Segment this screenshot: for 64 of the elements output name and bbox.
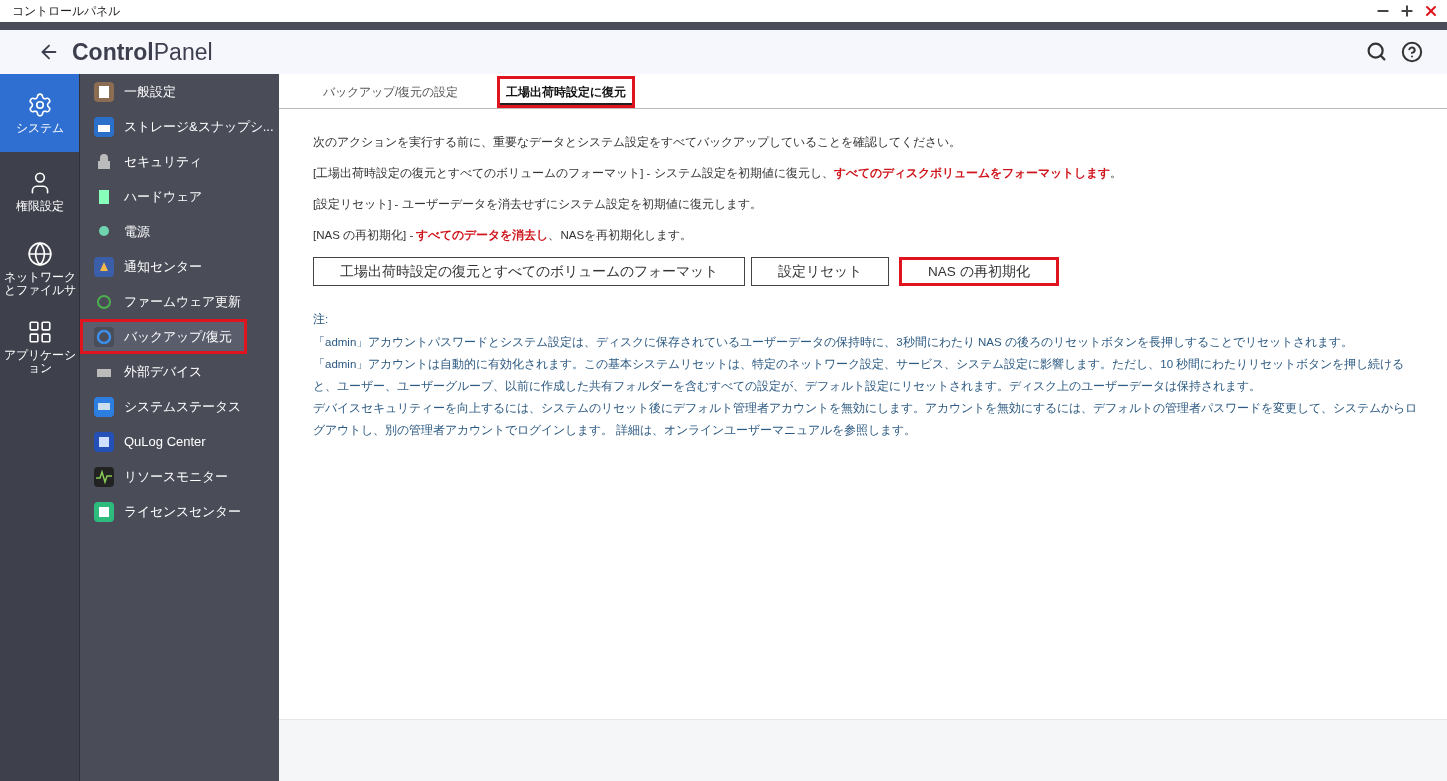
app-icon	[94, 431, 114, 452]
sidebar-label: バックアップ/復元	[124, 327, 232, 346]
rail-item[interactable]: ネットワークとファイルサ	[0, 230, 79, 308]
search-icon[interactable]	[1366, 41, 1387, 62]
sidebar-item[interactable]: 外部デバイス	[80, 354, 279, 389]
description-text: 次のアクションを実行する前に、重要なデータとシステム設定をすべてバックアップしていることを確認してください。	[313, 135, 962, 151]
window-title: コントロールパネル	[12, 2, 120, 20]
sidebar-item[interactable]: セキュリティ	[80, 144, 279, 179]
note-heading: 注:	[313, 312, 330, 327]
app-icon	[94, 116, 114, 137]
rail-label: システム	[14, 121, 65, 135]
app-icon	[94, 466, 114, 487]
app-icon	[94, 326, 114, 347]
grid-icon	[26, 319, 53, 345]
sidebar-label: システムステータス	[124, 397, 241, 416]
sidebar-item[interactable]: ハードウェア	[80, 179, 279, 214]
sidebar-label: 一般設定	[124, 82, 176, 101]
tab[interactable]: 工場出荷時設定に復元	[497, 76, 636, 108]
close-icon[interactable]	[1423, 3, 1439, 19]
rail-label: ネットワークとファイルサ	[3, 271, 76, 297]
note-text: デバイスセキュリティーを向上するには、システムのリセット後にデフォルト管理者アカウントを無効にします。アカウントを無効にするには、デフォルトの管理者パスワードを変更して、システムからログアウトし、別の管理者アカウントでログインします。 詳細は、オンラインユーザーマニュアルを参照します。	[313, 401, 1417, 438]
tab[interactable]: バックアップ/復元の設定	[314, 76, 468, 108]
note-text: 「admin」アカウントは自動的に有効化されます。この基本システムリセットは、特定のネットワーク設定、サービス、システム設定に影響します。ただし、10 秒間にわたりリセットボタンを押し続けると、ユーザー、ユーザーグループ、以前に作成した共有フォルダーを含むすべての設定が、デフォルト設定にリセットされます。ディスク上のユーザーデータは保持されます。	[313, 357, 1406, 394]
sidebar-item[interactable]: リソースモニター	[80, 459, 279, 494]
action-button[interactable]: 工場出荷時設定の復元とすべてのボリュームのフォーマット	[313, 257, 745, 286]
sidebar-item[interactable]: バックアップ/復元	[80, 319, 247, 354]
sidebar-item[interactable]: ファームウェア更新	[80, 284, 279, 319]
sidebar-item[interactable]: QuLog Center	[80, 424, 279, 459]
sidebar-label: 通知センター	[124, 257, 202, 276]
help-icon[interactable]	[1401, 41, 1423, 63]
sidebar-item[interactable]: システムステータス	[80, 389, 279, 424]
sidebar-item[interactable]: ライセンスセンター	[80, 494, 279, 529]
rail-item[interactable]: 権限設定	[0, 152, 79, 230]
action-button[interactable]: 設定リセット	[751, 257, 889, 286]
sidebar-item[interactable]: 通知センター	[80, 249, 279, 284]
sidebar-label: ストレージ&スナップシ...	[124, 117, 274, 136]
sidebar-label: 電源	[124, 222, 150, 241]
sidebar-label: ライセンスセンター	[124, 502, 241, 521]
sidebar-item[interactable]: 一般設定	[80, 74, 279, 109]
sidebar-label: QuLog Center	[124, 434, 206, 449]
settings-icon	[26, 91, 53, 118]
sidebar-item[interactable]: 電源	[80, 214, 279, 249]
app-icon	[94, 501, 114, 522]
sidebar-label: リソースモニター	[124, 467, 228, 486]
app-icon	[94, 256, 114, 277]
description-text: [工場出荷時設定の復元とすべてのボリュームのフォーマット] - システム設定を初期値に復元し、すべてのディスクボリュームをフォーマットします。	[313, 166, 1123, 182]
rail-item[interactable]: システム	[0, 74, 79, 152]
sidebar-label: ハードウェア	[124, 187, 202, 206]
description-text: [NAS の再初期化] - すべてのデータを消去し、NASを再初期化します。	[313, 228, 694, 244]
globe-icon	[26, 241, 53, 267]
maximize-icon[interactable]	[1399, 3, 1415, 19]
action-button[interactable]: NAS の再初期化	[899, 257, 1059, 286]
description-text: [設定リセット] - ユーザーデータを消去せずにシステム設定を初期値に復元します。	[313, 197, 763, 213]
sidebar-label: ファームウェア更新	[124, 292, 241, 311]
rail-item[interactable]: アプリケーション	[0, 308, 79, 386]
app-title: ControlPanel	[72, 38, 214, 66]
sidebar-label: セキュリティ	[124, 152, 202, 171]
rail-label: アプリケーション	[3, 349, 76, 375]
sidebar-label: 外部デバイス	[124, 362, 202, 381]
app-icon	[94, 81, 114, 102]
app-icon	[94, 396, 114, 417]
note-text: 「admin」アカウントパスワードとシステム設定は、ディスクに保存されているユーザーデータの保持時に、3秒間にわたり NAS の後ろのリセットボタンを長押しすることでリセットされます。	[313, 335, 1354, 350]
sidebar-item[interactable]: ストレージ&スナップシ...	[80, 109, 279, 144]
rail-label: 権限設定	[14, 199, 65, 213]
